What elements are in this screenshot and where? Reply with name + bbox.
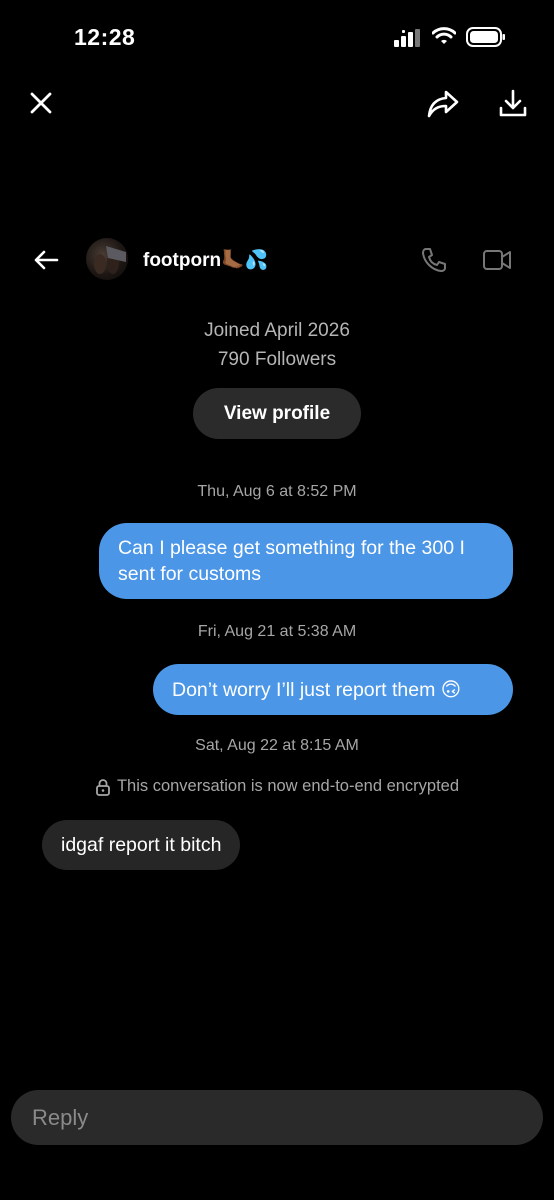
avatar[interactable]	[86, 238, 128, 280]
download-icon[interactable]	[496, 88, 530, 120]
back-arrow-icon[interactable]	[32, 246, 60, 274]
wifi-icon	[432, 27, 456, 44]
incoming-message-bubble[interactable]: idgaf report it bitch	[42, 820, 241, 870]
followers-count: 790 Followers	[217, 349, 337, 370]
reply-input[interactable]	[11, 1090, 543, 1145]
joined-date: Joined April 2026	[204, 320, 350, 341]
message-timestamp: Fri, Aug 21 at 5:38 AM	[197, 623, 357, 640]
battery-icon	[466, 27, 505, 47]
cellular-signal-icon	[394, 29, 420, 47]
outgoing-message-bubble[interactable]: Can I please get something for the 300 I…	[99, 523, 513, 599]
lock-icon	[96, 778, 110, 796]
conversation-username[interactable]: footporn🦶🏾💦	[143, 248, 268, 272]
video-icon[interactable]	[482, 247, 512, 273]
outgoing-message-bubble[interactable]: Don’t worry I’ll just report them 🙃	[153, 664, 513, 715]
message-timestamp: Sat, Aug 22 at 8:15 AM	[195, 737, 359, 754]
message-timestamp: Thu, Aug 6 at 8:52 PM	[197, 483, 357, 500]
status-time: 12:28	[74, 24, 136, 50]
share-icon[interactable]	[426, 88, 460, 120]
view-profile-button[interactable]: View profile	[193, 388, 361, 439]
phone-icon[interactable]	[420, 246, 448, 274]
encryption-notice-text: This conversation is now end-to-end encr…	[116, 777, 460, 795]
encryption-notice: This conversation is now end-to-end encr…	[0, 777, 554, 796]
close-icon[interactable]	[26, 88, 56, 118]
